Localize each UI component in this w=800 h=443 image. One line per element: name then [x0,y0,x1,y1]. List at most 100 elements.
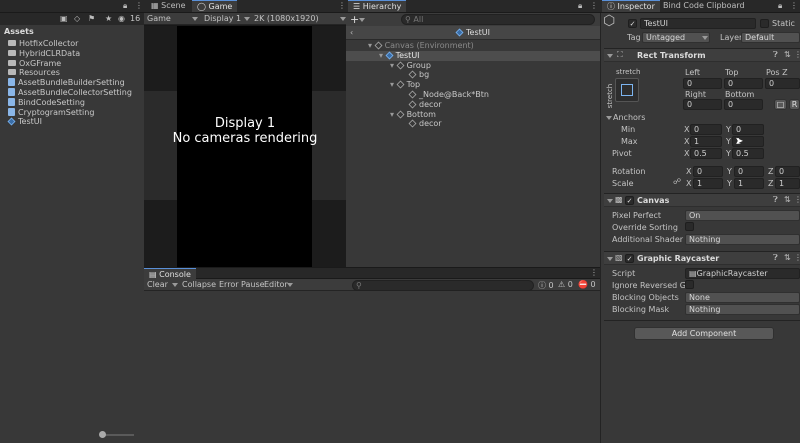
kebab-icon[interactable]: ⋮ [794,253,800,263]
project-item[interactable]: BindCodeSetting [8,97,85,108]
zoom-slider-track[interactable] [102,434,134,436]
project-item[interactable]: HotfixCollector [8,39,78,49]
console-search-input[interactable]: ⚲ [352,280,534,291]
preset-icon[interactable]: ⇅ [784,50,791,60]
lock-icon[interactable]: 🔒︎ [123,1,127,11]
scale-x-field[interactable]: 1 [693,178,723,189]
type-filter-icon[interactable]: ◇ [74,14,80,24]
project-item[interactable]: CryptogramSetting [8,107,94,118]
rotation-x-field[interactable]: 0 [693,166,723,177]
lock-icon[interactable]: 🔒︎ [578,1,582,11]
canvas-enabled-checkbox[interactable]: ✓ [625,196,634,205]
hierarchy-item[interactable]: decor [408,100,442,110]
project-item[interactable]: HybridCLRData [8,49,80,59]
game-view[interactable]: Display 1 No cameras rendering [144,26,346,267]
raycaster-enabled-checkbox[interactable]: ✓ [625,254,634,263]
active-checkbox[interactable]: ✓ [628,19,637,28]
error-pause-button[interactable]: Error Pause [219,280,265,289]
pivot-y-field[interactable]: 0.5 [732,148,764,159]
tab-bind-code-clipboard[interactable]: Bind Code Clipboard [658,0,750,12]
kebab-icon[interactable]: ⋮ [790,1,798,11]
pixel-perfect-dropdown[interactable]: On [685,210,800,221]
scale-z-field[interactable]: 1 [775,178,800,189]
console-log-area[interactable] [144,291,600,443]
log-count-icon[interactable]: ⓘ 0 [538,280,554,291]
blueprint-mode-button[interactable]: □ [774,99,787,110]
scale-y-field[interactable]: 1 [734,178,764,189]
rotation-y-field[interactable]: 0 [734,166,764,177]
clear-button[interactable]: Clear [147,280,168,289]
project-item[interactable]: OxGFrame [8,59,61,69]
tab-game[interactable]: ◯ Game [192,0,238,12]
posz-field[interactable]: 0 [765,78,800,89]
help-icon[interactable]: ❓︎ [773,195,778,205]
override-sorting-checkbox[interactable] [685,222,694,231]
back-arrow-icon[interactable]: ‹ [350,28,353,38]
kebab-icon[interactable]: ⋮ [590,1,598,11]
pivot-x-field[interactable]: 0.5 [690,148,722,159]
project-item[interactable]: AssetBundleBuilderSetting [8,78,125,88]
hidden-packages-icon[interactable]: ◉ [118,14,125,24]
link-icon[interactable]: ☍ [673,177,681,187]
ignore-reversed-checkbox[interactable] [685,280,694,289]
script-field[interactable]: ▤GraphicRaycaster [685,268,800,279]
kebab-icon[interactable]: ⋮ [135,1,143,11]
preset-icon[interactable]: ⇅ [784,253,791,263]
label-filter-icon[interactable]: ⚑ [88,14,95,24]
hierarchy-item[interactable]: ▾ TestUI [379,51,420,61]
raw-edit-button[interactable]: R [789,99,800,110]
help-icon[interactable]: ❓︎ [773,50,778,60]
favorite-star-icon[interactable]: ★ [105,14,112,24]
tab-inspector[interactable]: ⓘ Inspector [602,0,660,12]
hierarchy-item[interactable]: decor [408,119,442,129]
tag-dropdown[interactable]: Untagged [642,32,710,43]
rotation-z-field[interactable]: 0 [775,166,800,177]
search-filter-icon[interactable]: ▣ [60,14,68,24]
project-item[interactable]: AssetBundleCollectorSetting [8,88,132,98]
object-name-field[interactable]: TestUI [640,18,756,29]
zoom-slider-handle[interactable] [99,431,106,438]
collapse-button[interactable]: Collapse [182,280,216,289]
kebab-icon[interactable]: ⋮ [590,268,598,278]
project-item[interactable]: Resources [8,68,60,78]
lock-icon[interactable]: 🔒︎ [778,1,782,11]
hierarchy-item[interactable]: ▾ Top [390,80,420,90]
blocking-mask-dropdown[interactable]: Nothing [685,304,800,315]
help-icon[interactable]: ❓︎ [773,253,778,263]
hierarchy-item[interactable]: bg [408,70,429,80]
graphic-raycaster-header[interactable]: ▧ ✓ Graphic Raycaster ❓︎ ⇅ ⋮ [604,251,800,265]
static-checkbox[interactable] [760,19,769,28]
project-item[interactable]: TestUI [7,117,42,127]
layer-dropdown[interactable]: Default [741,32,800,43]
min-x-field[interactable]: 0 [690,124,722,135]
tab-scene[interactable]: ▦ Scene [146,0,191,12]
min-y-field[interactable]: 0 [732,124,764,135]
left-field[interactable]: 0 [683,78,722,89]
add-object-button[interactable]: + [350,13,359,26]
anchor-preset-button[interactable] [615,78,639,102]
error-count-icon[interactable]: ⛔ 0 [578,280,596,289]
anchors-foldout-icon[interactable] [606,116,612,120]
foldout-arrow-icon[interactable]: ▾ [390,80,397,89]
preset-icon[interactable]: ⇅ [784,195,791,205]
kebab-icon[interactable]: ⋮ [794,195,800,205]
max-x-field[interactable]: 1 [690,136,722,147]
shader-channels-dropdown[interactable]: Nothing [685,234,800,245]
hierarchy-item[interactable]: ▾ Bottom [390,110,436,120]
rect-transform-header[interactable]: ⛶ Rect Transform ❓︎ ⇅ ⋮ [604,48,800,62]
hierarchy-item[interactable]: ▾ Group [390,61,431,71]
add-component-button[interactable]: Add Component [634,327,774,340]
hierarchy-item[interactable]: _Node@Back*Btn [408,90,489,100]
hierarchy-search-input[interactable]: ⚲ All [401,14,595,25]
warning-count-icon[interactable]: ⚠ 0 [558,280,573,289]
blocking-objects-dropdown[interactable]: None [685,292,800,303]
game-mode-dropdown[interactable]: Game [147,14,171,23]
top-field[interactable]: 0 [724,78,763,89]
kebab-icon[interactable]: ⋮ [338,1,346,11]
resolution-dropdown[interactable]: 2K (1080x1920) [254,14,319,23]
hierarchy-item[interactable]: ▾ Canvas (Environment) [368,41,474,51]
kebab-icon[interactable]: ⋮ [794,50,800,60]
tab-hierarchy[interactable]: ☰ Hierarchy [348,0,407,12]
bottom-field[interactable]: 0 [724,99,763,110]
right-field[interactable]: 0 [683,99,722,110]
